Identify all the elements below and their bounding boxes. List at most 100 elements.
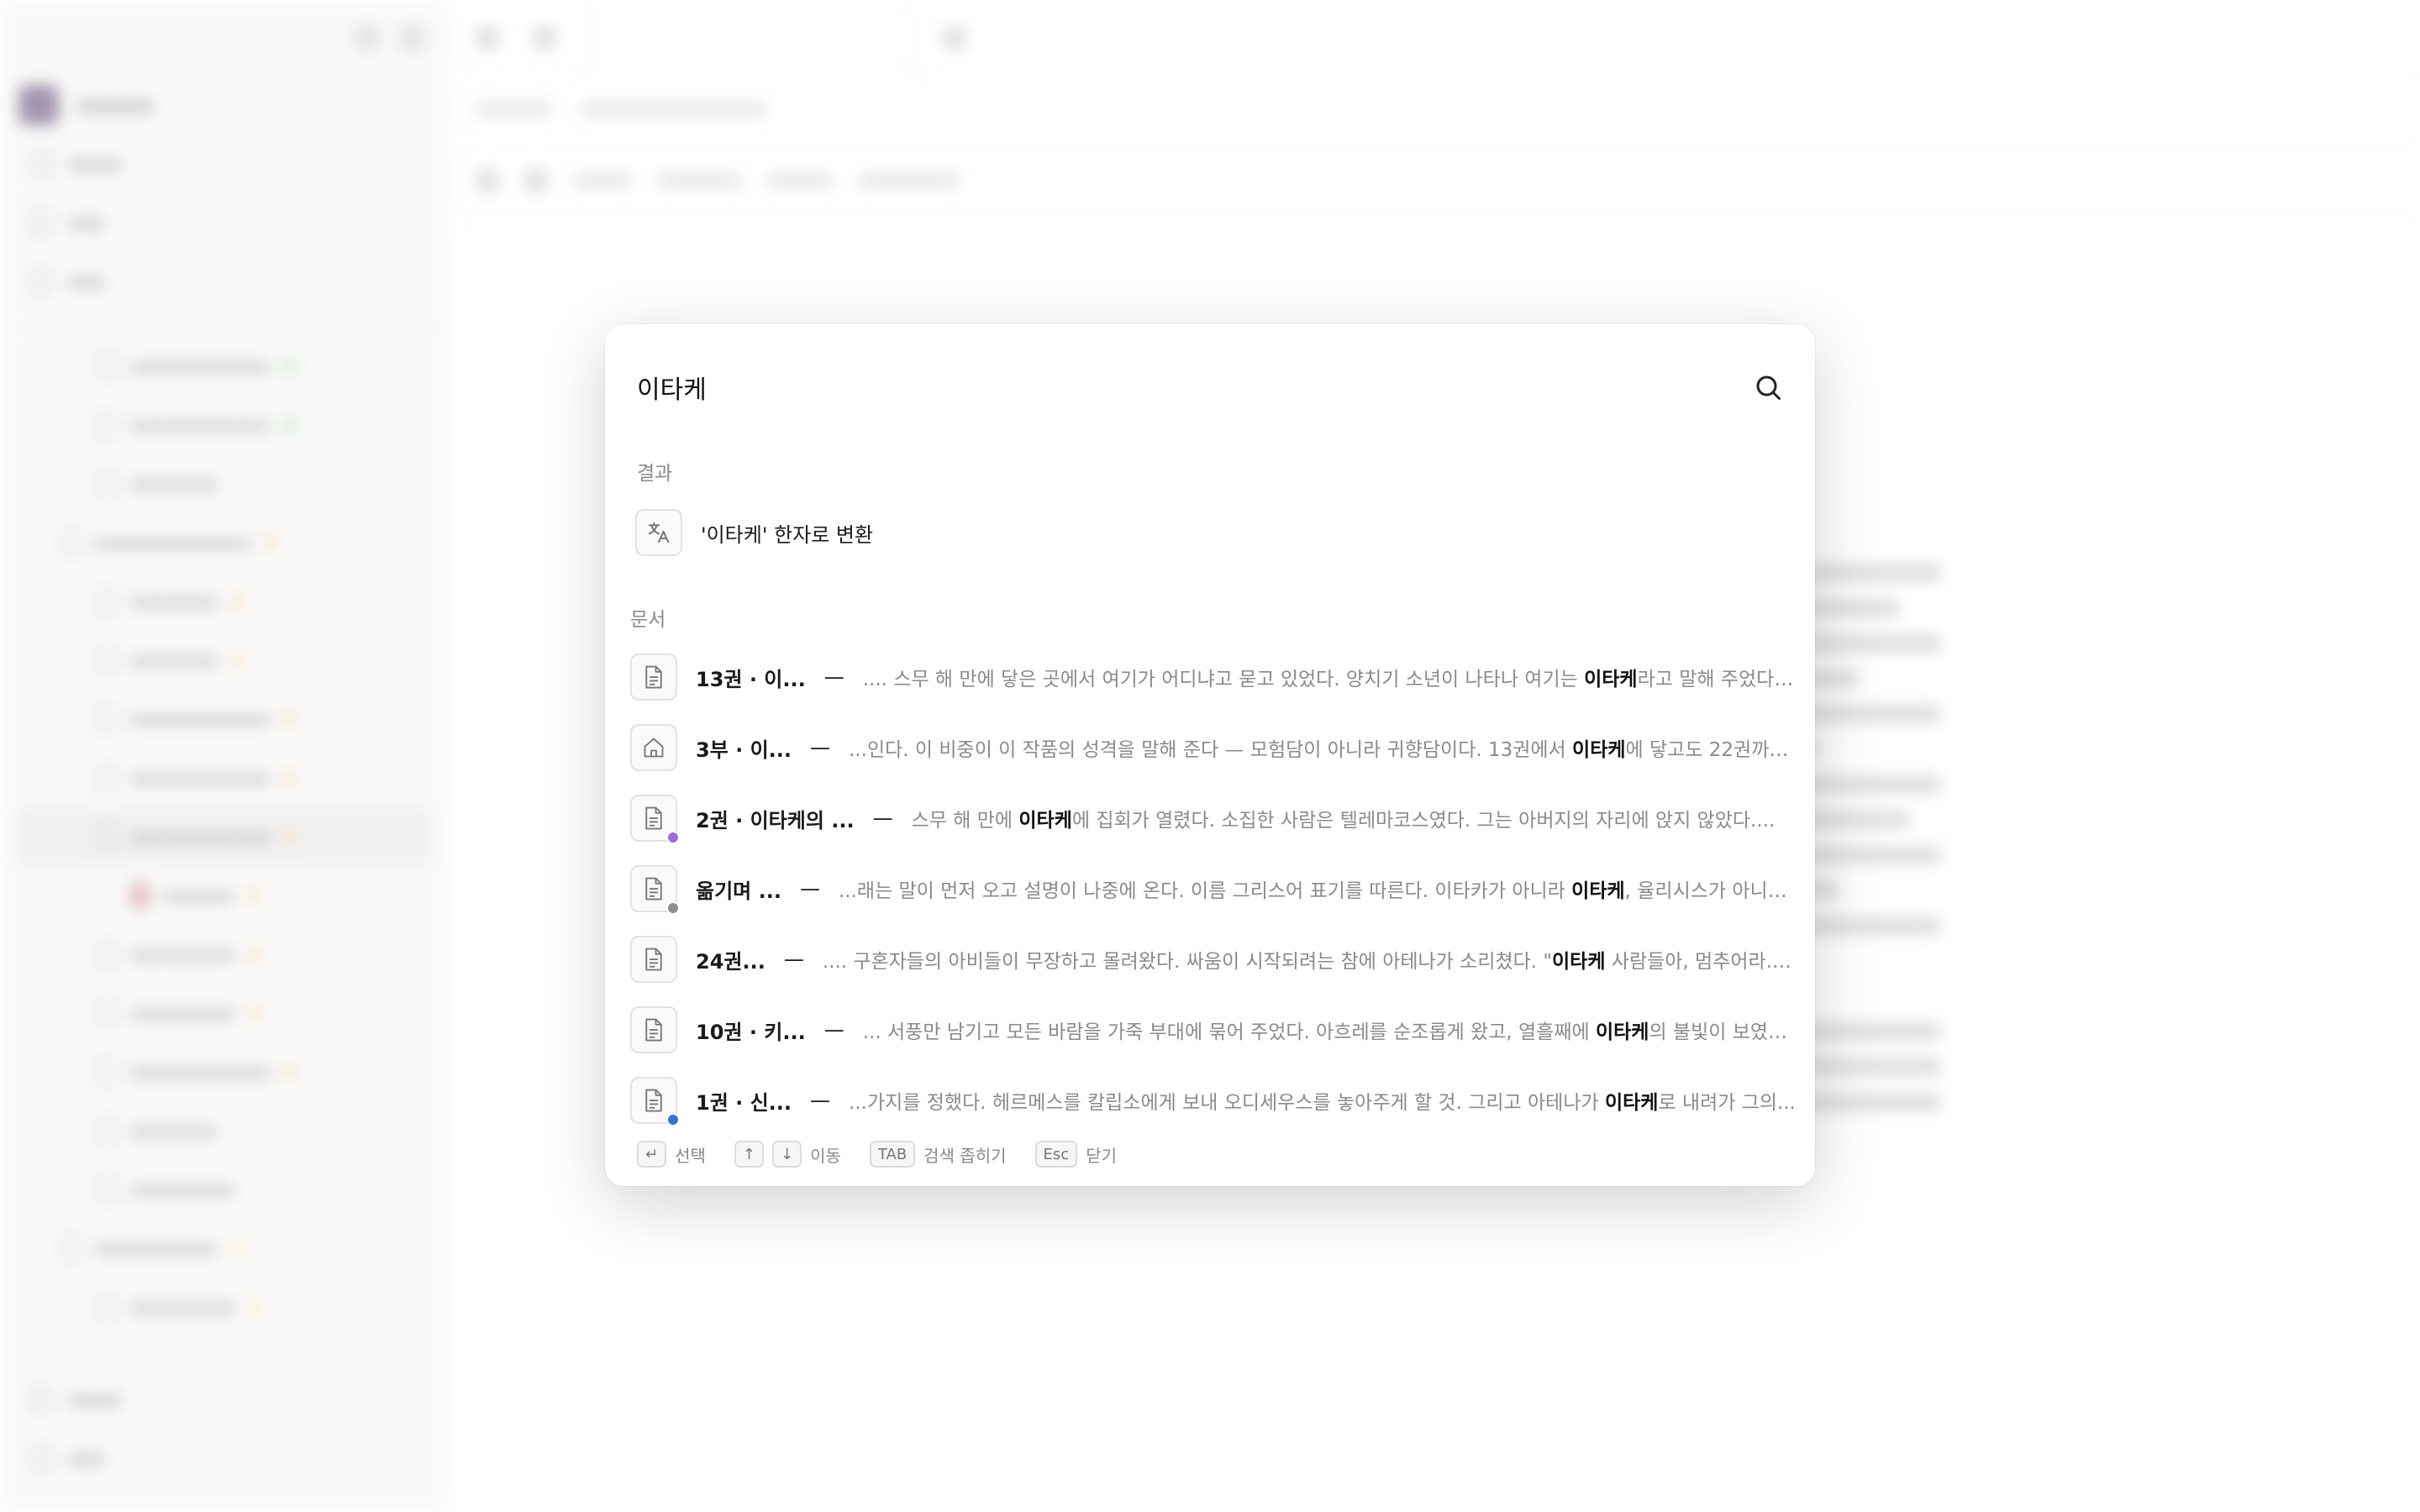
search-icon[interactable] <box>1753 372 1783 402</box>
convert-label: '이타케' 한자로 변환 <box>701 522 874 547</box>
document-result-row[interactable]: 24권... — .... 구혼자들의 아비들이 무장하고 몰려왔다. 싸움이 시작… <box>630 924 1797 995</box>
result-title: 1권 · 신... <box>696 1090 792 1115</box>
tab-key: TAB <box>869 1141 916 1168</box>
sidebar-collapse-icon <box>400 25 425 50</box>
sidebar-item-2: ▬▬ <box>0 193 449 252</box>
tree-row: ▬▬▬▬▬ <box>0 454 449 513</box>
result-separator: — <box>872 806 893 830</box>
document-result-row[interactable]: 옮기며 ... — ...래는 말이 먼저 오고 설명이 나중에 온다. 이름 그리… <box>630 853 1797 924</box>
snippet-after: 에 집회가 열렸다. 소집한 사람은 텔레마코스였다. 그는 아버지의 자리에 … <box>1071 810 1776 832</box>
snippet-before: ...래는 말이 먼저 오고 설명이 나중에 온다. 이름 그리스어 표기를 따… <box>838 880 1572 902</box>
convert-to-hanja-item[interactable]: '이타케' 한자로 변환 <box>635 507 873 558</box>
result-snippet: .... 스무 해 만에 닿은 곳에서 여기가 어디냐고 묻고 있었다. 양치기… <box>863 663 1797 691</box>
document-icon <box>630 1006 677 1053</box>
workspace-name-blurred: ▬▬▬▬ <box>77 93 154 117</box>
document-icon <box>97 1177 117 1202</box>
snippet-before: ...가지를 정했다. 헤르메스를 칼립소에게 보내 오디세우스를 놓아주게 할… <box>849 1092 1605 1114</box>
snippet-match: 이타케 <box>1018 810 1072 832</box>
redo-icon <box>524 168 548 192</box>
document-result-row[interactable]: 1권 · 신... — ...가지를 정했다. 헤르메스를 칼립소에게 보내 오디세… <box>630 1065 1797 1136</box>
page-tree: ▬▬▬▬▬▬▬▬ ▬▬▬▬▬▬▬▬ ▬▬▬▬▬ ▬▬▬▬▬▬▬▬▬ ▬▬▬▬▬ … <box>0 328 449 1336</box>
status-dot <box>666 831 680 844</box>
document-icon <box>97 1000 117 1026</box>
tree-row: ▬▬▬▬▬▬▬▬ <box>0 337 449 396</box>
document-icon <box>630 654 677 701</box>
result-separator: — <box>783 948 804 971</box>
sidebar-item-icon <box>29 1387 54 1412</box>
sidebar-item-icon <box>29 1446 54 1471</box>
document-icon <box>97 824 117 849</box>
line-height-blurred <box>766 173 834 187</box>
document-icon <box>60 530 81 555</box>
snippet-after: 로 내려가 그의... <box>1658 1092 1796 1114</box>
document-result-row[interactable]: 2권 · 이타케의 ... — 스무 해 만에 이타케에 집회가 열렸다. 소집한 … <box>630 783 1797 853</box>
result-title: 24권... <box>696 949 765 974</box>
tree-row-selected: ▬▬▬▬▬▬▬▬ <box>15 807 434 866</box>
tree-row: ▬▬▬▬▬ <box>0 1101 449 1160</box>
size-select-blurred <box>657 173 741 187</box>
sidebar-top-controls <box>0 0 449 76</box>
document-icon <box>97 706 117 732</box>
snippet-match: 이타케 <box>1595 1021 1649 1043</box>
documents-section-label: 문서 <box>630 609 666 631</box>
document-result-row[interactable]: 10권 · 키... — ... 서풍만 남기고 모든 바람을 가죽 부대에 묶어 … <box>630 995 1797 1065</box>
result-title: 13권 · 이... <box>696 667 806 691</box>
result-separator: — <box>810 1089 831 1112</box>
style-select-blurred <box>573 173 632 187</box>
image-icon <box>130 883 150 908</box>
hint-select: ↵ 선택 <box>637 1141 706 1168</box>
search-row <box>637 358 1783 417</box>
tree-row: ▬▬▬▬▬▬ <box>0 925 449 984</box>
format-toolbar <box>450 143 2420 218</box>
back-icon <box>476 25 499 50</box>
document-results-list: 13권 · 이... — .... 스무 해 만에 닿은 곳에서 여기가 어디냐고 … <box>630 642 1797 1136</box>
status-dot <box>666 901 680 915</box>
tree-row: ▬▬▬▬▬▬▬▬▬ <box>0 513 449 572</box>
sidebar-item-settings: ▬▬ <box>0 1429 449 1488</box>
result-title: 10권 · 키... <box>696 1020 806 1044</box>
tab-hint-label: 검색 좁히기 <box>923 1145 1007 1166</box>
result-title: 옮기며 ... <box>696 879 781 903</box>
snippet-before: ... 서풍만 남기고 모든 바람을 가죽 부대에 묶어 주었다. 아흐레를 순… <box>862 1021 1596 1043</box>
snippet-match: 이타케 <box>1604 1092 1659 1114</box>
snippet-before: 스무 해 만에 <box>911 810 1019 832</box>
result-snippet: ... 서풍만 남기고 모든 바람을 가죽 부대에 묶어 주었다. 아흐레를 순… <box>863 1016 1797 1044</box>
snippet-before: .... 스무 해 만에 닿은 곳에서 여기가 어디냐고 묻고 있었다. 양치기… <box>862 669 1585 690</box>
hint-tab: TAB 검색 좁히기 <box>869 1141 1007 1168</box>
tree-row: ▬▬▬▬▬ <box>0 631 449 690</box>
workspace-row: ▬▬▬▬ <box>0 76 449 134</box>
document-icon <box>97 1118 117 1143</box>
doc-header <box>450 76 2420 143</box>
tree-row: ▬▬▬▬▬▬▬ <box>0 1219 449 1278</box>
tree-row: ▬▬▬▬▬▬▬▬ <box>0 748 449 807</box>
snippet-after: 의 불빛이 보였다.... <box>1649 1021 1797 1043</box>
result-title: 2권 · 이타케의 ... <box>696 808 855 832</box>
result-separator: — <box>823 665 844 689</box>
document-icon <box>97 471 117 496</box>
document-icon <box>97 765 117 790</box>
document-result-row[interactable]: 13권 · 이... — .... 스무 해 만에 닿은 곳에서 여기가 어디냐고 … <box>630 642 1797 712</box>
document-result-row[interactable]: 3부 · 이... — ...인다. 이 비중이 이 작품의 성격을 말해 준다 —… <box>630 712 1797 783</box>
snippet-match: 이타케 <box>1571 880 1625 902</box>
document-icon <box>630 936 677 983</box>
document-icon <box>97 354 117 379</box>
tree-row: ▬▬▬▬▬ <box>0 572 449 631</box>
snippet-after: , 율리시스가 아니라... <box>1624 880 1797 902</box>
tree-row: ▬▬▬▬▬▬▬▬ <box>0 396 449 454</box>
arrow-up-key: ↑ <box>734 1141 764 1168</box>
document-icon <box>97 1294 117 1320</box>
tree-row: ▬▬▬▬▬▬ <box>0 1160 449 1219</box>
hint-move: ↑ ↓ 이동 <box>734 1141 841 1168</box>
tree-row: ▬▬▬▬▬▬▬▬ <box>0 690 449 748</box>
results-section-label: 결과 <box>637 463 673 485</box>
undo-icon <box>476 168 499 192</box>
snippet-match: 이타케 <box>1584 669 1638 690</box>
search-input[interactable] <box>637 372 1753 402</box>
sidebar: ▬▬▬▬ ▬▬▬ ▬▬ ▬▬ ▬▬▬▬▬▬▬▬ ▬▬▬▬▬▬▬▬ ▬▬▬▬▬ ▬… <box>0 0 450 1512</box>
home-icon <box>630 724 677 771</box>
snippet-after: 라고 말해 주었다.... <box>1637 669 1797 690</box>
tree-row: ▬▬▬▬ <box>0 866 449 925</box>
result-snippet: .... 구혼자들의 아비들이 무장하고 몰려왔다. 싸움이 시작되려는 참에 … <box>823 945 1797 974</box>
translate-icon <box>635 509 682 556</box>
arrow-down-key: ↓ <box>772 1141 802 1168</box>
